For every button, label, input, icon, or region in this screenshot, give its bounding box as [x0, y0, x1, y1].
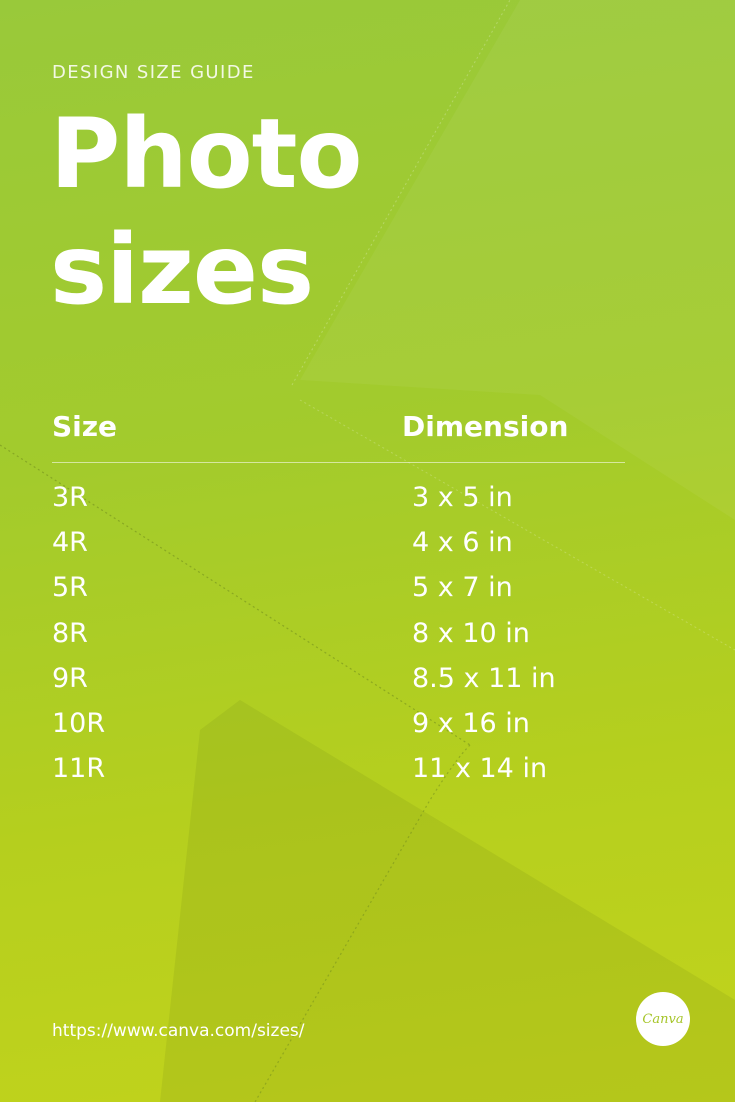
column-header-size: Size	[52, 410, 118, 443]
cell-dimension: 4 x 6 in	[412, 527, 513, 559]
poster: DESIGN SIZE GUIDE Photo sizes Size Dimen…	[0, 0, 735, 1102]
page-title: Photo sizes	[50, 96, 362, 328]
cell-dimension: 8.5 x 11 in	[412, 662, 556, 694]
table-row: 5R 5 x 7 in	[0, 568, 735, 613]
eyebrow-label: DESIGN SIZE GUIDE	[52, 62, 255, 83]
cell-size: 3R	[52, 482, 88, 513]
cell-dimension: 8 x 10 in	[412, 617, 530, 649]
table-row: 3R 3 x 5 in	[0, 478, 735, 523]
table-row: 9R 8.5 x 11 in	[0, 659, 735, 704]
cell-size: 5R	[52, 572, 88, 604]
cell-size: 10R	[52, 707, 106, 739]
title-line-2: sizes	[50, 214, 314, 326]
header-divider	[52, 462, 625, 463]
source-url-link[interactable]: https://www.canva.com/sizes/	[52, 1021, 305, 1041]
title-line-1: Photo	[50, 98, 362, 210]
table-row: 11R 11 x 14 in	[0, 749, 735, 794]
canva-logo: Canva	[636, 992, 690, 1046]
cell-size: 4R	[52, 527, 88, 559]
cell-dimension: 5 x 7 in	[412, 572, 513, 604]
cell-dimension: 3 x 5 in	[412, 482, 513, 513]
table-row: 8R 8 x 10 in	[0, 614, 735, 659]
table-row: 10R 9 x 16 in	[0, 704, 735, 749]
table-row: 4R 4 x 6 in	[0, 523, 735, 568]
logo-text: Canva	[642, 1011, 684, 1027]
cell-dimension: 11 x 14 in	[412, 753, 548, 785]
cell-dimension: 9 x 16 in	[412, 707, 530, 739]
size-table: 3R 3 x 5 in 4R 4 x 6 in 5R 5 x 7 in 8R 8…	[0, 478, 735, 794]
column-header-dimension: Dimension	[402, 410, 569, 443]
cell-size: 11R	[52, 753, 106, 785]
cell-size: 9R	[52, 662, 88, 694]
cell-size: 8R	[52, 617, 88, 649]
